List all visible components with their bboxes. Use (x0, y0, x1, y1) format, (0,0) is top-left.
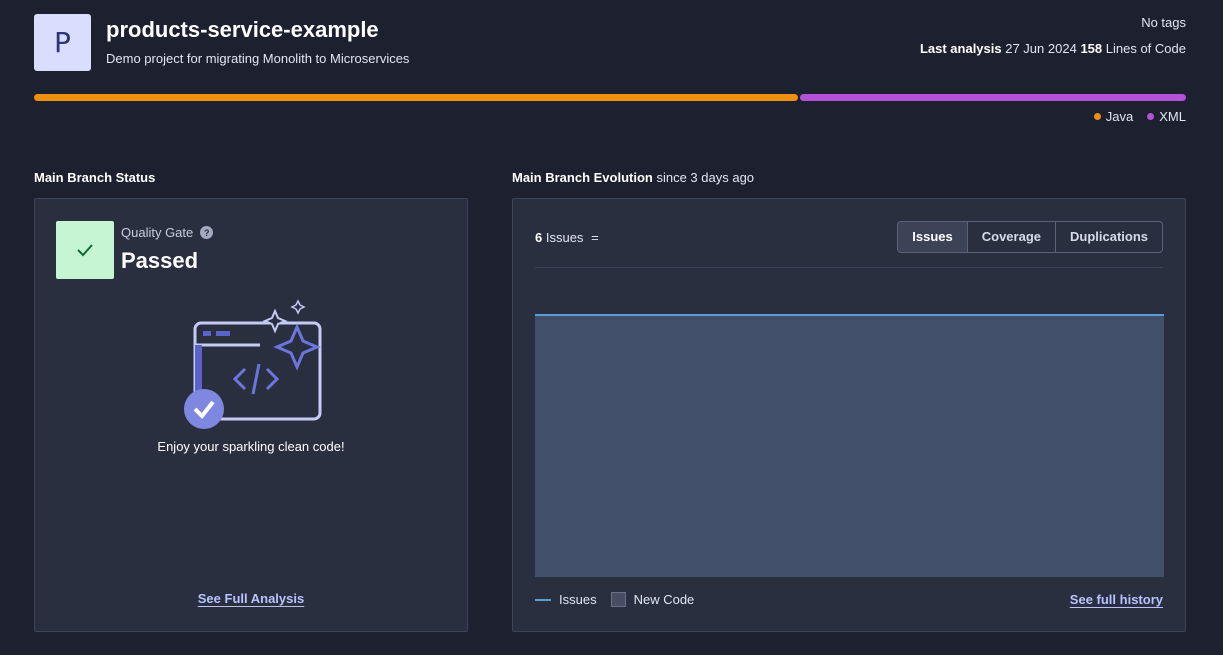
issues-summary: 6 Issues = (535, 230, 599, 245)
legend-issues: Issues (535, 592, 597, 607)
issues-label: Issues (545, 230, 584, 245)
tags-label[interactable]: No tags (1141, 15, 1186, 30)
trend-equal-icon: = (591, 230, 599, 245)
legend-new-code-label: New Code (633, 592, 695, 607)
clean-code-message: Enjoy your sparkling clean code! (157, 439, 345, 454)
tab-issues[interactable]: Issues (898, 222, 967, 252)
legend-new-code: New Code (610, 592, 695, 607)
java-dot-icon (1093, 113, 1101, 120)
main-branch-evolution-title: Main Branch Evolution since 3 days ago (512, 170, 754, 185)
language-legend-xml: XML (1147, 109, 1186, 124)
lines-of-code-count: 158 (1080, 41, 1103, 56)
last-analysis-info: Last analysis 27 Jun 2024 158 Lines of C… (920, 41, 1186, 56)
clean-code-illustration (184, 299, 322, 429)
language-name: Java (1105, 109, 1134, 124)
project-avatar: P (34, 14, 91, 71)
tab-coverage[interactable]: Coverage (966, 222, 1055, 252)
divider (535, 267, 1163, 268)
issues-count: 6 (535, 230, 543, 245)
language-legend-java: Java (1093, 109, 1134, 124)
see-full-history-link[interactable]: See full history (1070, 592, 1163, 607)
checkmark-icon (77, 244, 93, 257)
metric-tab-group: Issues Coverage Duplications (897, 221, 1163, 253)
language-bar-xml (799, 94, 1186, 101)
lines-of-code-label: Lines of Code (1105, 41, 1186, 56)
quality-gate-status: Passed (121, 248, 199, 273)
chart-legend: Issues New Code (535, 592, 694, 607)
main-branch-status-card: Quality Gate ? Passed Enjoy your sparkli… (34, 198, 468, 632)
square-swatch-icon (610, 592, 626, 607)
project-description: Demo project for migrating Monolith to M… (106, 51, 410, 66)
quality-gate-label: Quality Gate ? (121, 225, 214, 240)
tab-duplications[interactable]: Duplications (1054, 222, 1162, 252)
line-swatch-icon (535, 598, 551, 601)
section-title-text: Main Branch Evolution (512, 170, 653, 185)
since-label: since 3 days ago (656, 170, 755, 185)
quality-gate-label-text: Quality Gate (121, 225, 194, 240)
issues-evolution-chart (535, 314, 1164, 577)
see-full-analysis-link[interactable]: See Full Analysis (198, 591, 304, 606)
section-title-text: Main Branch Status (34, 170, 156, 185)
language-name: XML (1159, 109, 1186, 124)
new-code-area (535, 315, 1164, 577)
main-branch-evolution-card: 6 Issues = Issues Coverage Duplications … (512, 198, 1186, 632)
xml-dot-icon (1147, 113, 1155, 120)
help-icon[interactable]: ? (200, 226, 214, 239)
last-analysis-date: 27 Jun 2024 (1005, 41, 1077, 56)
legend-issues-label: Issues (559, 592, 597, 607)
quality-gate-badge (56, 221, 114, 279)
last-analysis-label: Last analysis (919, 41, 1002, 56)
language-bar-java (34, 94, 798, 101)
language-distribution-bar (34, 94, 1186, 101)
see-full-analysis-container: See Full Analysis (35, 591, 467, 606)
language-legend: Java XML (1093, 109, 1186, 124)
main-branch-status-title: Main Branch Status (34, 170, 155, 185)
project-name[interactable]: products-service-example (106, 17, 379, 43)
